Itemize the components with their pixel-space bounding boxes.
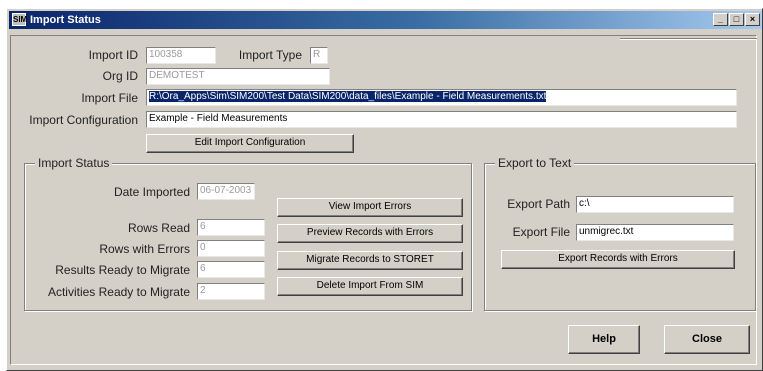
help-button[interactable]: Help (568, 325, 640, 354)
import-config-label: Import Configuration (29, 113, 138, 127)
preview-records-errors-button[interactable]: Preview Records with Errors (277, 224, 463, 243)
export-path-label: Export Path (507, 197, 570, 211)
import-type-label: Import Type (238, 48, 302, 62)
minimize-button[interactable]: _ (713, 13, 728, 26)
delete-import-button[interactable]: Delete Import From SIM (277, 277, 463, 296)
export-file-field[interactable]: unmigrec.txt (576, 224, 734, 241)
import-file-field[interactable]: R:\Ora_Apps\Sim\SIM200\Test Data\SIM200\… (146, 89, 737, 106)
migrate-records-button[interactable]: Migrate Records to STORET (277, 251, 463, 270)
rows-read-label: Rows Read (127, 221, 190, 235)
org-id-field: DEMOTEST (146, 68, 330, 85)
date-imported-label: Date Imported (113, 185, 190, 199)
close-window-button[interactable]: × (745, 13, 760, 26)
activities-ready-field: 2 (197, 283, 265, 300)
close-button[interactable]: Close (664, 325, 750, 354)
export-group-title: Export to Text (495, 156, 575, 170)
import-id-label: Import ID (88, 48, 138, 62)
org-id-label: Org ID (102, 69, 138, 83)
import-status-group-title: Import Status (35, 156, 113, 170)
rows-errors-field: 0 (197, 240, 265, 257)
date-imported-field: 06-07-2003 (197, 183, 255, 200)
export-records-errors-button[interactable]: Export Records with Errors (501, 250, 735, 269)
app-icon: SIM (12, 13, 28, 26)
edit-import-config-button[interactable]: Edit Import Configuration (146, 134, 354, 153)
activities-ready-label: Activities Ready to Migrate (47, 285, 190, 299)
view-import-errors-button[interactable]: View Import Errors (277, 198, 463, 217)
import-file-value: R:\Ora_Apps\Sim\SIM200\Test Data\SIM200\… (149, 91, 547, 102)
rows-errors-label: Rows with Errors (99, 242, 190, 256)
import-id-field: 100358 (146, 47, 216, 64)
results-ready-label: Results Ready to Migrate (55, 263, 190, 277)
title-bar[interactable]: SIM Import Status _ □ × (9, 11, 762, 29)
results-ready-field: 6 (197, 261, 265, 278)
export-file-label: Export File (512, 225, 570, 239)
import-file-label: Import File (81, 91, 138, 105)
separator-line (620, 38, 757, 40)
import-type-field: R (310, 47, 328, 64)
maximize-button[interactable]: □ (729, 13, 744, 26)
export-path-field[interactable]: c:\ (576, 196, 734, 213)
import-config-field[interactable]: Example - Field Measurements (146, 111, 737, 128)
window-title: Import Status (30, 14, 101, 26)
rows-read-field: 6 (197, 219, 265, 236)
